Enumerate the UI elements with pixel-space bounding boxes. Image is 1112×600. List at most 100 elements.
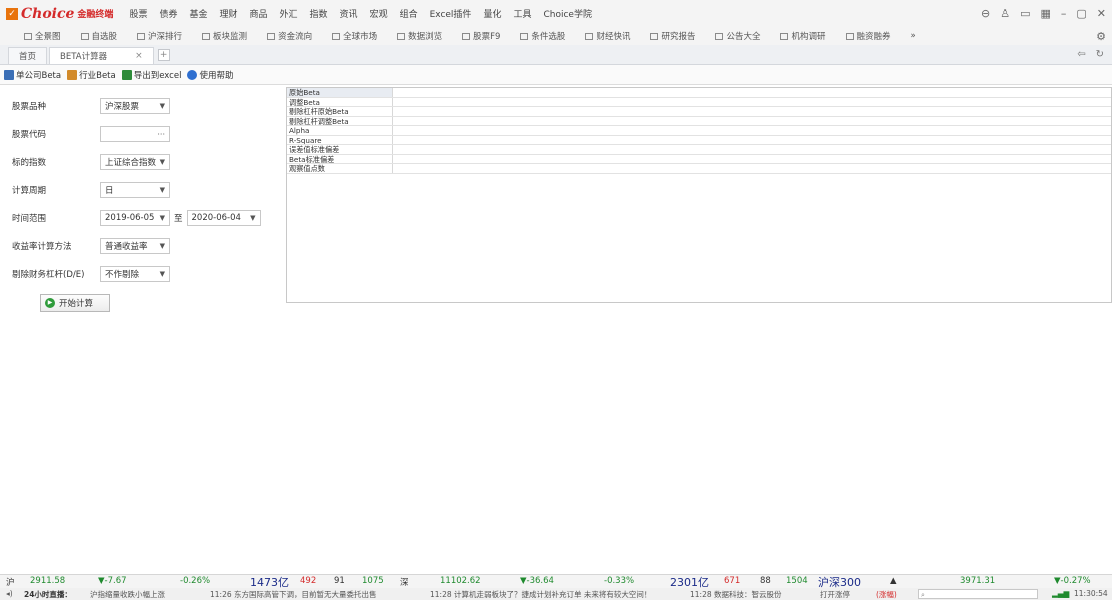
stock-type-label: 股票品种 — [12, 102, 47, 112]
menu-excel-plugin[interactable]: Excel插件 — [430, 7, 472, 20]
news-item[interactable]: 打开涨停 — [820, 589, 850, 600]
doc-icon — [585, 32, 594, 40]
menu-choice-academy[interactable]: Choice学院 — [543, 7, 591, 20]
logo-check-icon: ✓ — [6, 7, 18, 20]
sz-index-value[interactable]: 11102.62 — [440, 576, 481, 586]
stock-code-input[interactable]: ··· — [100, 126, 170, 142]
menu-index[interactable]: 指数 — [310, 7, 328, 20]
result-label: 调整Beta — [287, 97, 393, 106]
sz-change-pct: -0.33% — [604, 576, 635, 586]
industry-beta-button[interactable]: 行业Beta — [67, 69, 116, 81]
result-value — [393, 107, 1111, 116]
quick-ranking[interactable]: 沪深排行 — [137, 30, 182, 42]
quick-global-market[interactable]: 全球市场 — [332, 30, 377, 42]
leverage-label: 剔除财务杠杆(D/E) — [12, 270, 85, 280]
result-label: Alpha — [287, 126, 393, 135]
menu-bonds[interactable]: 债券 — [159, 7, 177, 20]
result-value — [393, 88, 1111, 97]
user-icon[interactable]: ♙ — [1000, 7, 1010, 20]
start-date-picker[interactable]: 2019-06-05 ▼ — [100, 210, 170, 226]
more-icon[interactable]: ··· — [157, 130, 165, 139]
quick-data-browse[interactable]: 数据浏览 — [397, 30, 442, 42]
news-item[interactable]: 11:28 计算机走弱板块了？捷成计划补充订单 未来将有较大空间！ — [430, 589, 651, 600]
period-label: 计算周期 — [12, 186, 47, 196]
quick-flash-news[interactable]: 财经快讯 — [585, 30, 630, 42]
close-icon[interactable]: × — [135, 51, 143, 61]
leverage-select[interactable]: 不作剔除 ▼ — [100, 266, 170, 282]
news-bar: ◂) 24小时直播： 沪指缩量收跌小幅上涨 11:26 东方国际高管下调，目前暂… — [0, 588, 1112, 600]
sh-down-count: 1075 — [362, 576, 384, 586]
news-headline[interactable]: 沪指缩量收跌小幅上涨 — [90, 589, 165, 600]
quick-screener[interactable]: 条件选股 — [520, 30, 565, 42]
quick-stock-f9[interactable]: 股票F9 — [462, 30, 500, 42]
close-icon[interactable]: ✕ — [1097, 7, 1106, 20]
menu-forex[interactable]: 外汇 — [280, 7, 298, 20]
menu-tools[interactable]: 工具 — [513, 7, 531, 20]
benchmark-select[interactable]: 上证综合指数 ▼ — [100, 154, 170, 170]
minimize-icon[interactable]: – — [1061, 7, 1067, 20]
maximize-icon[interactable]: ▢ — [1076, 7, 1086, 20]
result-value — [393, 136, 1111, 145]
table-row: 原始Beta — [287, 88, 1111, 98]
quick-research[interactable]: 研究报告 — [650, 30, 695, 42]
return-method-select[interactable]: 普通收益率 ▼ — [100, 238, 170, 254]
result-label: 原始Beta — [287, 88, 393, 97]
menu-wealth[interactable]: 理财 — [219, 7, 237, 20]
quick-more[interactable]: » — [911, 31, 916, 41]
gear-icon[interactable]: ⚙ — [1096, 30, 1106, 43]
single-company-beta-button[interactable]: 单公司Beta — [4, 69, 61, 81]
leverage-row: 剔除财务杠杆(D/E) 不作剔除 ▼ — [12, 260, 284, 288]
quick-panorama[interactable]: 全景图 — [24, 30, 61, 42]
hs300-change-pct: ▼-0.27% — [1054, 576, 1091, 586]
quick-institution-research[interactable]: 机构调研 — [780, 30, 826, 42]
time-range-label: 时间范围 — [12, 214, 47, 224]
help-button[interactable]: 使用帮助 — [187, 69, 233, 81]
menu-stocks[interactable]: 股票 — [129, 7, 147, 20]
quick-announcements[interactable]: 公告大全 — [715, 30, 760, 42]
tab-home[interactable]: 首页 — [8, 47, 48, 64]
menu-news[interactable]: 资讯 — [340, 7, 358, 20]
layout-icon[interactable]: ▦ — [1040, 7, 1050, 20]
start-calculation-button[interactable]: ▶ 开始计算 — [40, 294, 110, 312]
back-arrow-icon[interactable]: ⇦ — [1077, 49, 1085, 60]
menu-funds[interactable]: 基金 — [189, 7, 207, 20]
industry-icon — [67, 69, 78, 80]
sh-index-value[interactable]: 2911.58 — [30, 576, 65, 586]
play-icon: ▶ — [45, 298, 55, 308]
sz-up-count: 671 — [724, 576, 741, 586]
table-row: 观察值点数 — [287, 164, 1111, 174]
period-row: 计算周期 日 ▼ — [12, 176, 284, 204]
table-icon — [4, 69, 14, 80]
search-input[interactable]: ⌕ — [918, 589, 1038, 599]
news-item[interactable]: (涨幅) — [876, 589, 897, 600]
beta-parameter-form: 股票品种 沪深股票 ▼ 股票代码 ··· 标的指数 上证综合指数 ▼ 计算周期 日 ▼… — [12, 92, 284, 312]
news-item[interactable]: 11:28 数据科技：智云股份 — [690, 589, 782, 600]
sh-label: 沪 — [6, 578, 15, 588]
menu-portfolio[interactable]: 组合 — [400, 7, 418, 20]
refresh-icon[interactable]: ↻ — [1096, 49, 1104, 60]
export-excel-button[interactable]: 导出到excel — [121, 69, 181, 81]
stock-type-select[interactable]: 沪深股票 ▼ — [100, 98, 170, 114]
quick-sector-monitor[interactable]: 板块监测 — [202, 30, 247, 42]
menu-quant[interactable]: 量化 — [483, 7, 501, 20]
quick-fund-flow[interactable]: 资金流向 — [267, 30, 312, 42]
time-range-row: 时间范围 2019-06-05 ▼ 至 2020-06-04 ▼ — [12, 204, 284, 232]
chevron-down-icon: ▼ — [159, 186, 165, 194]
service-icon[interactable]: ⊖ — [981, 7, 990, 20]
quick-watchlist[interactable]: 自选股 — [80, 30, 117, 42]
result-label: 误差值标准偏差 — [287, 145, 393, 154]
result-label: Beta标准偏差 — [287, 154, 393, 163]
screen-icon[interactable]: ▭ — [1020, 7, 1030, 20]
menu-commodities[interactable]: 商品 — [250, 7, 268, 20]
end-date-picker[interactable]: 2020-06-04 ▼ — [186, 210, 261, 226]
period-select[interactable]: 日 ▼ — [100, 182, 170, 198]
tab-navigation: ⇦ ↻ — [1077, 49, 1104, 60]
choice-terminal-window: ✓ Choice 金融终端 股票 债券 基金 理财 商品 外汇 指数 资讯 宏观… — [0, 0, 1112, 600]
quick-margin-trading[interactable]: 融资融券 — [845, 30, 891, 42]
hs300-index: 3971.31 — [960, 576, 996, 586]
menu-macro[interactable]: 宏观 — [370, 7, 388, 20]
tab-beta-calculator[interactable]: BETA计算器 × — [49, 47, 154, 64]
news-item[interactable]: 11:26 东方国际高管下调，目前暂无大量委托出售 — [210, 589, 377, 600]
add-tab-button[interactable]: + — [157, 49, 170, 61]
table-row: 误差值标准偏差 — [287, 145, 1111, 155]
